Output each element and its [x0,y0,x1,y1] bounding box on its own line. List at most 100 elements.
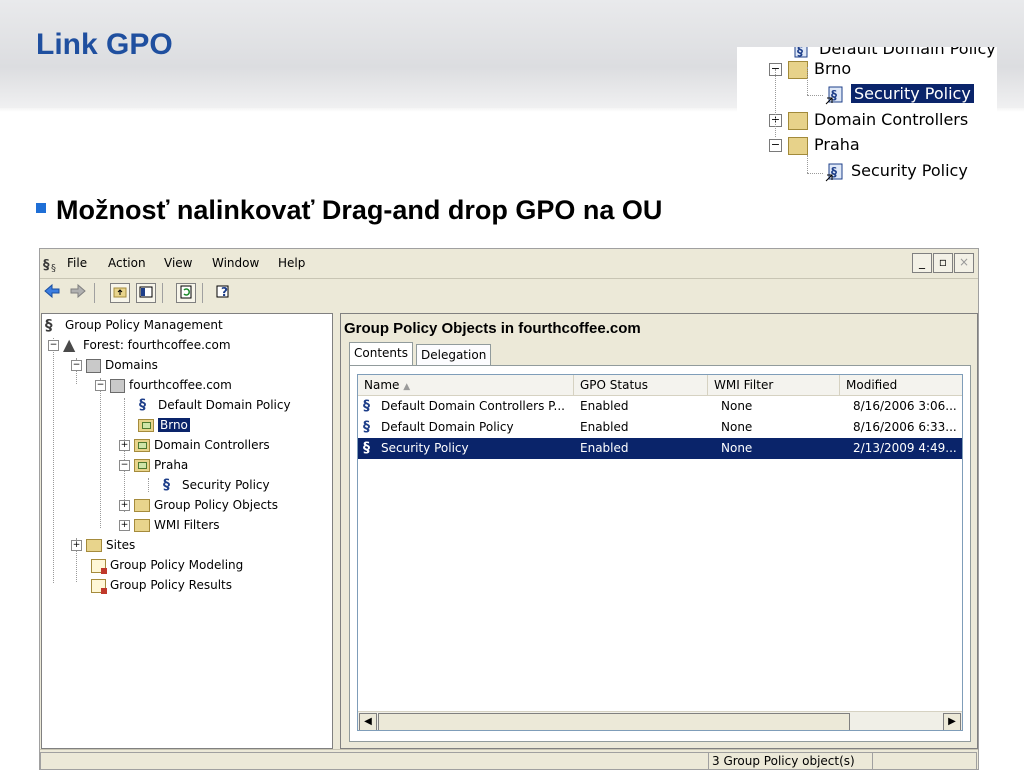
gpm-icon [45,315,61,335]
table-row[interactable]: Default Domain Controllers P... Enabled … [358,396,962,417]
menu-help[interactable]: Help [278,256,305,270]
gpo-link-icon [138,395,154,415]
inset-item-praha[interactable]: − Praha [769,133,860,157]
tree-item-group-policy-management[interactable]: Group Policy Management [45,315,223,335]
status-pane-empty [40,752,709,770]
tree-item-wmi-filters[interactable]: + WMI Filters [119,515,220,535]
gpo-icon [362,438,378,459]
column-header-modified[interactable]: Modified [840,375,962,395]
zoomed-tree-inset: § Default Domain Policy − Brno § Security P… [737,47,997,184]
collapse-icon[interactable]: − [48,340,59,351]
gpo-link-icon: § [825,163,845,181]
tree-item-brno[interactable]: Brno [138,415,190,435]
collapse-icon[interactable]: − [95,380,106,391]
tree-item-group-policy-results[interactable]: Group Policy Results [91,575,232,595]
bullet-text: Možnosť nalinkovať Drag-and drop GPO na … [56,195,663,225]
details-title: Group Policy Objects in fourthcoffee.com [344,320,641,337]
gpo-link-icon [162,475,178,495]
show-hide-tree-icon[interactable] [136,283,156,303]
gpo-list: Name ▲ GPO Status WMI Filter Modified De… [357,374,963,731]
table-row[interactable]: Default Domain Policy Enabled None 8/16/… [358,417,962,438]
inset-item-security-policy[interactable]: § Security Policy [825,82,975,106]
expand-icon[interactable]: + [71,540,82,551]
ou-icon [788,136,808,155]
gpmc-window: §§ File Action View Window Help _▫× ? Gr… [39,248,979,770]
modeling-icon [91,558,107,574]
minimize-button[interactable]: _ [912,253,932,273]
forest-icon [63,335,79,355]
tree-item-forest[interactable]: −Forest: fourthcoffee.com [48,335,231,355]
expand-icon[interactable]: + [119,500,130,511]
tree-item-domains[interactable]: − Domains [71,355,158,375]
restore-button[interactable]: ▫ [933,253,953,273]
gpo-icon [362,417,378,438]
tab-panel: Name ▲ GPO Status WMI Filter Modified De… [349,365,971,742]
tree-item-praha[interactable]: − Praha [119,455,188,475]
toolbar: ? [40,278,978,307]
tree-item-fourthcoffee[interactable]: − fourthcoffee.com [95,375,232,395]
domain-icon [110,378,125,393]
gpo-container-icon [134,499,150,512]
refresh-icon[interactable] [176,283,196,303]
forward-arrow-icon[interactable] [68,283,88,303]
status-pane-extra [872,752,977,770]
table-row-selected[interactable]: Security Policy Enabled None 2/13/2009 4… [358,438,962,459]
menu-file[interactable]: File [67,256,87,270]
svg-text:§: § [797,47,803,58]
sites-icon [86,539,102,552]
scroll-thumb[interactable] [378,713,850,730]
ou-icon [134,459,150,472]
inset-item-brno[interactable]: − Brno [769,57,851,81]
tab-delegation[interactable]: Delegation [416,344,492,365]
ou-icon [788,60,808,79]
column-header-gpo-status[interactable]: GPO Status [574,375,708,395]
up-folder-icon[interactable] [110,283,130,303]
gpo-icon [362,396,378,417]
ou-icon [788,111,808,130]
svg-text:?: ? [221,285,228,299]
close-button[interactable]: × [954,253,974,273]
window-controls: _ ▫ × [911,253,974,273]
tree-item-default-domain-policy[interactable]: Default Domain Policy [138,395,291,415]
inset-item-security-policy-praha[interactable]: § Security Policy [825,159,968,183]
expand-icon[interactable]: + [119,440,130,451]
menu-action[interactable]: Action [108,256,146,270]
scroll-right-icon[interactable]: ▶ [943,713,961,730]
svg-text:§: § [43,258,50,272]
bullet-point: Možnosť nalinkovať Drag-and drop GPO na … [36,195,662,226]
console-tree: Group Policy Management −Forest: fourthc… [41,313,333,749]
tree-item-security-policy[interactable]: Security Policy [162,475,270,495]
pane-splitter[interactable] [333,313,339,747]
help-icon[interactable]: ? [214,283,234,303]
menu-window[interactable]: Window [212,256,259,270]
ou-icon [138,419,154,432]
expand-icon[interactable]: + [119,520,130,531]
status-text: 3 Group Policy object(s) [708,752,873,770]
collapse-icon[interactable]: − [769,139,782,152]
inset-item-domain-controllers[interactable]: + Domain Controllers [769,108,968,132]
domains-icon [86,358,101,373]
status-bar: 3 Group Policy object(s) [40,749,978,770]
slide-title: Link GPO [36,28,173,61]
details-pane: Group Policy Objects in fourthcoffee.com… [340,313,978,749]
tab-contents[interactable]: Contents [349,342,413,365]
sort-ascending-icon: ▲ [403,382,411,392]
menu-view[interactable]: View [164,256,192,270]
gpo-link-icon: § [825,86,845,104]
wmi-folder-icon [134,519,150,532]
app-menu-icon[interactable]: § § [43,256,61,275]
ou-icon [134,439,150,452]
tree-item-sites[interactable]: + Sites [71,535,135,555]
tree-item-group-policy-modeling[interactable]: Group Policy Modeling [91,555,243,575]
horizontal-scrollbar[interactable]: ◀ ▶ [358,711,962,730]
scroll-left-icon[interactable]: ◀ [359,713,377,730]
results-icon [91,578,107,594]
column-header-name[interactable]: Name ▲ [358,375,574,395]
tree-item-group-policy-objects[interactable]: + Group Policy Objects [119,495,278,515]
back-arrow-icon[interactable] [42,283,62,303]
bullet-square-icon [36,202,46,213]
column-header-wmi-filter[interactable]: WMI Filter [708,375,840,395]
collapse-icon[interactable]: − [119,460,130,471]
tree-item-domain-controllers[interactable]: + Domain Controllers [119,435,270,455]
collapse-icon[interactable]: − [71,360,82,371]
